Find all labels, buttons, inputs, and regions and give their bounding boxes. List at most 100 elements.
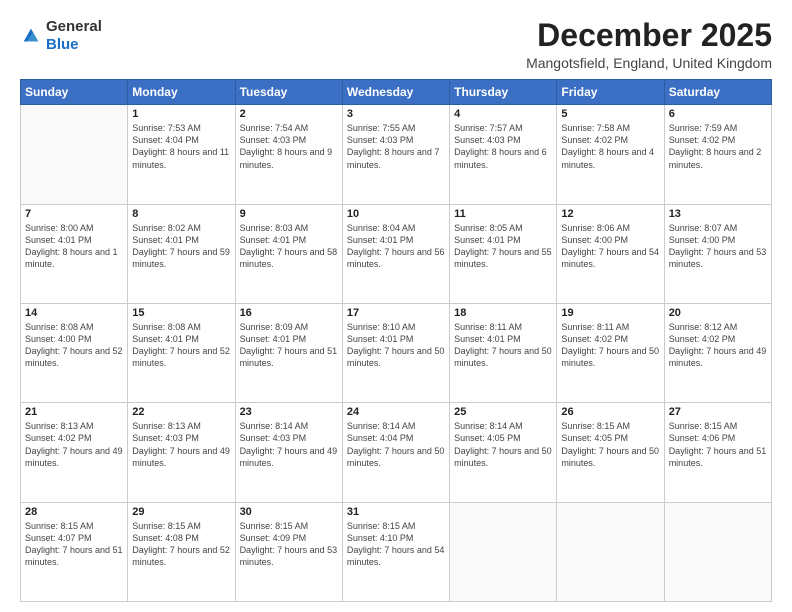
month-title: December 2025: [526, 18, 772, 53]
calendar-cell: 20Sunrise: 8:12 AM Sunset: 4:02 PM Dayli…: [664, 303, 771, 402]
cell-info: Sunrise: 8:14 AM Sunset: 4:03 PM Dayligh…: [240, 420, 338, 469]
header-wednesday: Wednesday: [342, 80, 449, 105]
calendar-cell: 29Sunrise: 8:15 AM Sunset: 4:08 PM Dayli…: [128, 502, 235, 601]
calendar-cell: 13 Sunrise: 8:07 AM Sunset: 4:00 PM Dayli…: [664, 204, 771, 303]
calendar-cell: [450, 502, 557, 601]
calendar-cell: 1Sunrise: 7:53 AM Sunset: 4:04 PM Daylig…: [128, 105, 235, 204]
day-number: 6: [669, 108, 767, 120]
calendar-cell: 5Sunrise: 7:58 AM Sunset: 4:02 PM Daylig…: [557, 105, 664, 204]
cell-info: Sunrise: 8:13 AM Sunset: 4:03 PM Dayligh…: [132, 420, 230, 469]
cell-info: Sunrise: 8:00 AM Sunset: 4:01 PM Dayligh…: [25, 222, 123, 271]
day-number: 17: [347, 307, 445, 319]
day-number: 20: [669, 307, 767, 319]
calendar-cell: [664, 502, 771, 601]
cell-info: Sunrise: 8:15 AM Sunset: 4:05 PM Dayligh…: [561, 420, 659, 469]
calendar-cell: [21, 105, 128, 204]
logo-blue: Blue: [46, 36, 79, 53]
cell-info: Sunrise: 8:08 AM Sunset: 4:00 PM Dayligh…: [25, 321, 123, 370]
cell-info: Sunrise: 8:06 AM Sunset: 4:00 PM Dayligh…: [561, 222, 659, 271]
day-number: 10: [347, 208, 445, 220]
cell-info: Sunrise: 8:15 AM Sunset: 4:06 PM Dayligh…: [669, 420, 767, 469]
cell-info: Sunrise: 8:04 AM Sunset: 4:01 PM Dayligh…: [347, 222, 445, 271]
cell-info: Sunrise: 8:11 AM Sunset: 4:02 PM Dayligh…: [561, 321, 659, 370]
day-number: 8: [132, 208, 230, 220]
calendar-cell: 4 Sunrise: 7:57 AM Sunset: 4:03 PM Daylig…: [450, 105, 557, 204]
day-number: 3: [347, 108, 445, 120]
day-number: 28: [25, 506, 123, 518]
calendar-cell: 12 Sunrise: 8:06 AM Sunset: 4:00 PM Dayli…: [557, 204, 664, 303]
calendar-cell: 18Sunrise: 8:11 AM Sunset: 4:01 PM Dayli…: [450, 303, 557, 402]
cell-info: Sunrise: 8:05 AM Sunset: 4:01 PM Dayligh…: [454, 222, 552, 271]
calendar-cell: 19 Sunrise: 8:11 AM Sunset: 4:02 PM Dayli…: [557, 303, 664, 402]
calendar-cell: 23 Sunrise: 8:14 AM Sunset: 4:03 PM Dayli…: [235, 403, 342, 502]
calendar-cell: 22Sunrise: 8:13 AM Sunset: 4:03 PM Dayli…: [128, 403, 235, 502]
cell-info: Sunrise: 8:14 AM Sunset: 4:05 PM Dayligh…: [454, 420, 552, 469]
logo-general: General: [46, 18, 102, 35]
calendar-cell: 27 Sunrise: 8:15 AM Sunset: 4:06 PM Dayli…: [664, 403, 771, 502]
header-thursday: Thursday: [450, 80, 557, 105]
day-number: 31: [347, 506, 445, 518]
calendar-cell: 2 Sunrise: 7:54 AM Sunset: 4:03 PM Daylig…: [235, 105, 342, 204]
calendar-cell: 11 Sunrise: 8:05 AM Sunset: 4:01 PM Dayli…: [450, 204, 557, 303]
logo: General Blue: [20, 18, 102, 54]
calendar-table: Sunday Monday Tuesday Wednesday Thursday…: [20, 79, 772, 602]
calendar-cell: 7 Sunrise: 8:00 AM Sunset: 4:01 PM Daylig…: [21, 204, 128, 303]
calendar-cell: 17 Sunrise: 8:10 AM Sunset: 4:01 PM Dayli…: [342, 303, 449, 402]
calendar-cell: 31 Sunrise: 8:15 AM Sunset: 4:10 PM Dayli…: [342, 502, 449, 601]
header: General Blue December 2025 Mangotsfield,…: [20, 18, 772, 71]
calendar-cell: 24 Sunrise: 8:14 AM Sunset: 4:04 PM Dayli…: [342, 403, 449, 502]
logo-icon: [20, 25, 42, 47]
calendar-cell: 28 Sunrise: 8:15 AM Sunset: 4:07 PM Dayli…: [21, 502, 128, 601]
cell-info: Sunrise: 8:15 AM Sunset: 4:10 PM Dayligh…: [347, 520, 445, 569]
location: Mangotsfield, England, United Kingdom: [526, 55, 772, 71]
day-number: 23: [240, 406, 338, 418]
page: General Blue December 2025 Mangotsfield,…: [0, 0, 792, 612]
calendar-week-row: 1Sunrise: 7:53 AM Sunset: 4:04 PM Daylig…: [21, 105, 772, 204]
cell-info: Sunrise: 8:15 AM Sunset: 4:08 PM Dayligh…: [132, 520, 230, 569]
calendar-cell: [557, 502, 664, 601]
day-number: 27: [669, 406, 767, 418]
cell-info: Sunrise: 8:08 AM Sunset: 4:01 PM Dayligh…: [132, 321, 230, 370]
day-number: 25: [454, 406, 552, 418]
cell-info: Sunrise: 8:11 AM Sunset: 4:01 PM Dayligh…: [454, 321, 552, 370]
cell-info: Sunrise: 7:58 AM Sunset: 4:02 PM Dayligh…: [561, 122, 659, 171]
cell-info: Sunrise: 8:13 AM Sunset: 4:02 PM Dayligh…: [25, 420, 123, 469]
cell-info: Sunrise: 8:15 AM Sunset: 4:07 PM Dayligh…: [25, 520, 123, 569]
cell-info: Sunrise: 7:54 AM Sunset: 4:03 PM Dayligh…: [240, 122, 338, 171]
day-number: 7: [25, 208, 123, 220]
header-tuesday: Tuesday: [235, 80, 342, 105]
cell-info: Sunrise: 8:10 AM Sunset: 4:01 PM Dayligh…: [347, 321, 445, 370]
day-number: 19: [561, 307, 659, 319]
calendar-cell: 8 Sunrise: 8:02 AM Sunset: 4:01 PM Daylig…: [128, 204, 235, 303]
cell-info: Sunrise: 8:02 AM Sunset: 4:01 PM Dayligh…: [132, 222, 230, 271]
calendar-cell: 6 Sunrise: 7:59 AM Sunset: 4:02 PM Daylig…: [664, 105, 771, 204]
cell-info: Sunrise: 8:15 AM Sunset: 4:09 PM Dayligh…: [240, 520, 338, 569]
cell-info: Sunrise: 7:59 AM Sunset: 4:02 PM Dayligh…: [669, 122, 767, 171]
cell-info: Sunrise: 7:57 AM Sunset: 4:03 PM Dayligh…: [454, 122, 552, 171]
day-number: 15: [132, 307, 230, 319]
day-number: 14: [25, 307, 123, 319]
day-number: 1: [132, 108, 230, 120]
day-number: 12: [561, 208, 659, 220]
calendar-cell: 15 Sunrise: 8:08 AM Sunset: 4:01 PM Dayli…: [128, 303, 235, 402]
cell-info: Sunrise: 8:07 AM Sunset: 4:00 PM Dayligh…: [669, 222, 767, 271]
day-number: 13: [669, 208, 767, 220]
day-number: 4: [454, 108, 552, 120]
header-saturday: Saturday: [664, 80, 771, 105]
day-number: 11: [454, 208, 552, 220]
header-monday: Monday: [128, 80, 235, 105]
cell-info: Sunrise: 8:14 AM Sunset: 4:04 PM Dayligh…: [347, 420, 445, 469]
day-number: 2: [240, 108, 338, 120]
title-block: December 2025 Mangotsfield, England, Uni…: [526, 18, 772, 71]
day-number: 26: [561, 406, 659, 418]
calendar-cell: 16Sunrise: 8:09 AM Sunset: 4:01 PM Dayli…: [235, 303, 342, 402]
calendar-cell: 3 Sunrise: 7:55 AM Sunset: 4:03 PM Daylig…: [342, 105, 449, 204]
calendar-week-row: 28 Sunrise: 8:15 AM Sunset: 4:07 PM Dayli…: [21, 502, 772, 601]
cell-info: Sunrise: 8:03 AM Sunset: 4:01 PM Dayligh…: [240, 222, 338, 271]
calendar-cell: 10 Sunrise: 8:04 AM Sunset: 4:01 PM Dayli…: [342, 204, 449, 303]
calendar-cell: 21Sunrise: 8:13 AM Sunset: 4:02 PM Dayli…: [21, 403, 128, 502]
cell-info: Sunrise: 7:55 AM Sunset: 4:03 PM Dayligh…: [347, 122, 445, 171]
day-number: 24: [347, 406, 445, 418]
calendar-cell: 14 Sunrise: 8:08 AM Sunset: 4:00 PM Dayli…: [21, 303, 128, 402]
logo-text: General Blue: [46, 18, 102, 54]
